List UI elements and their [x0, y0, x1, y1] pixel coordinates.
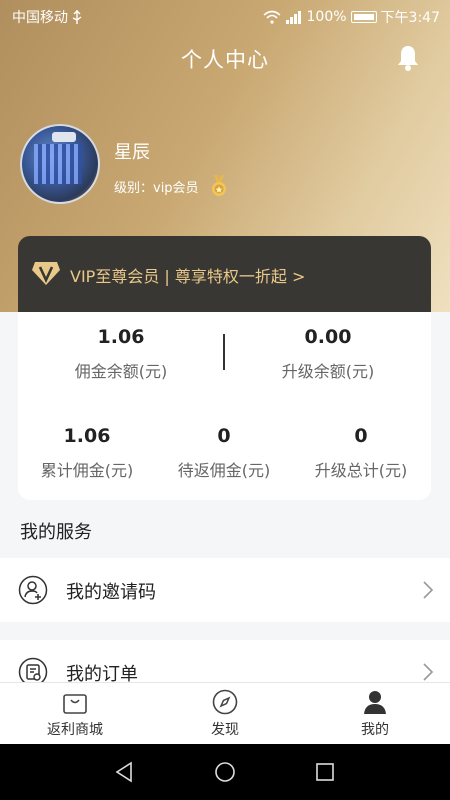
member-level: 级别：vip会员	[114, 175, 227, 197]
chevron-right-icon	[423, 581, 434, 599]
tab-rebate-mall[interactable]: 返利商城	[15, 689, 135, 739]
compass-icon	[212, 689, 238, 715]
upgrade-total[interactable]: 0 升级总计(元)	[296, 425, 426, 481]
avatar[interactable]	[20, 124, 100, 204]
vip-crown-icon	[32, 262, 60, 285]
usb-icon	[72, 10, 82, 24]
bell-icon[interactable]	[396, 44, 420, 72]
tab-discover[interactable]: 发现	[165, 689, 285, 739]
stats-divider	[223, 334, 225, 370]
system-navigation-bar	[0, 744, 450, 800]
status-bar: 中国移动 100% 下午3:47	[0, 0, 450, 30]
medal-icon	[211, 175, 226, 196]
shopping-bag-icon	[63, 694, 87, 714]
carrier-label: 中国移动	[12, 10, 68, 26]
tab-label: 返利商城	[47, 722, 103, 738]
battery-icon	[350, 11, 377, 23]
username: 星辰	[114, 142, 150, 163]
earnings-stats-card: 1.06 佣金余额(元) 0.00 升级余额(元) 1.06 累计佣金(元) 0…	[18, 312, 431, 500]
stat-value: 0.00	[304, 326, 352, 348]
signal-icon	[285, 11, 301, 24]
total-commission[interactable]: 1.06 累计佣金(元)	[22, 425, 152, 481]
stat-label: 累计佣金(元)	[40, 461, 134, 480]
stat-value: 1.06	[63, 425, 111, 447]
chevron-right-icon	[423, 663, 434, 681]
vip-banner[interactable]: VIP至尊会员 | 尊享特权一折起 >	[18, 236, 431, 312]
pending-commission[interactable]: 0 待返佣金(元)	[159, 425, 289, 481]
person-icon	[364, 691, 386, 714]
stat-value: 0	[354, 425, 368, 447]
stat-label: 待返佣金(元)	[177, 461, 271, 480]
stat-label: 佣金余额(元)	[74, 362, 168, 381]
bottom-tab-bar: 返利商城 发现 我的	[0, 682, 450, 744]
battery-percentage: 100%	[306, 9, 347, 25]
vip-banner-text: VIP至尊会员 | 尊享特权一折起 >	[70, 267, 306, 286]
commission-balance[interactable]: 1.06 佣金余额(元)	[56, 326, 186, 382]
user-add-icon	[18, 575, 48, 605]
tab-label: 发现	[211, 722, 239, 738]
stat-label: 升级余额(元)	[281, 362, 375, 381]
back-icon[interactable]	[113, 761, 135, 783]
home-icon[interactable]	[214, 761, 236, 783]
clock: 下午3:47	[380, 10, 440, 26]
tab-mine[interactable]: 我的	[315, 689, 435, 739]
wifi-icon	[262, 10, 281, 24]
upgrade-balance[interactable]: 0.00 升级余额(元)	[263, 326, 393, 382]
tab-label: 我的	[361, 722, 389, 738]
list-item-invite-code[interactable]: 我的邀请码	[0, 558, 450, 622]
services-section-title: 我的服务	[20, 522, 92, 543]
recents-icon[interactable]	[315, 762, 335, 782]
stat-label: 升级总计(元)	[314, 461, 408, 480]
stat-value: 0	[217, 425, 231, 447]
list-item-label: 我的邀请码	[66, 582, 156, 603]
member-level-label: 级别：vip会员	[114, 180, 199, 196]
stat-value: 1.06	[97, 326, 145, 348]
page-title: 个人中心	[181, 48, 269, 72]
